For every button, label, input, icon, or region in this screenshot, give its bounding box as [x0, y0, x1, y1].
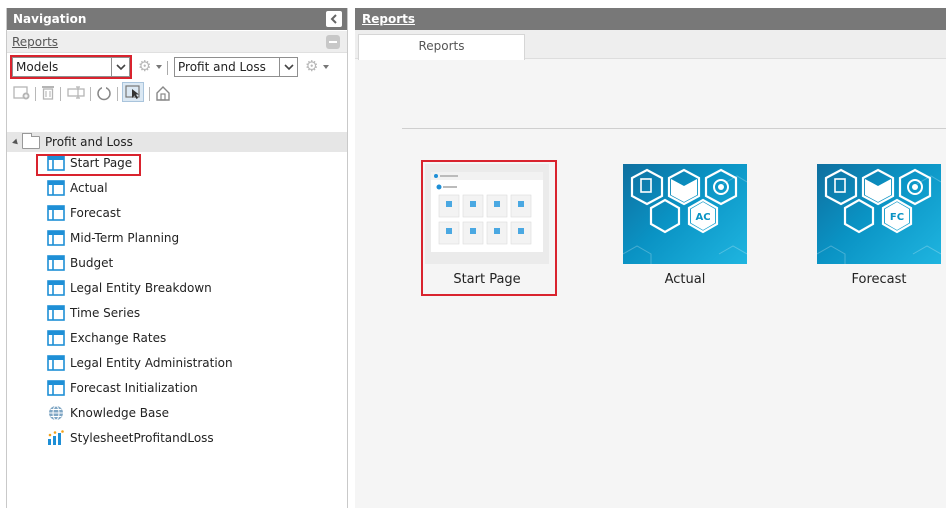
home-icon[interactable]	[155, 85, 171, 104]
section-title: Reports	[12, 35, 59, 49]
separator	[35, 87, 36, 101]
forecast-badge: FC	[890, 212, 904, 223]
tab-bar: Reports	[355, 30, 946, 60]
separator	[167, 61, 168, 75]
layout-icon	[47, 255, 65, 277]
tree-item-label: Legal Entity Breakdown	[70, 281, 212, 295]
gear-icon[interactable]: ⚙	[138, 58, 151, 74]
chevron-down-icon[interactable]	[279, 58, 297, 76]
layout-icon	[47, 355, 65, 377]
tree-item-label: Time Series	[70, 306, 141, 320]
tree-item-label: Legal Entity Administration	[70, 356, 233, 370]
expand-triangle-icon[interactable]	[12, 138, 20, 147]
select-mode-icon[interactable]	[122, 82, 144, 102]
layout-icon	[47, 180, 65, 202]
layout-icon	[47, 330, 65, 352]
tile-caption: Actual	[664, 272, 706, 287]
report-select[interactable]: Profit and Loss	[174, 57, 298, 77]
stylesheet-icon	[47, 430, 65, 452]
navigation-panel: Navigation Reports Models ⚙ Profit and L…	[6, 8, 348, 508]
tree-item-label: Budget	[70, 256, 114, 270]
report-gear-menu-caret-icon[interactable]	[323, 65, 329, 69]
reports-panel: Reports Reports Start Page AC Actual FC …	[355, 8, 946, 508]
actual-badge: AC	[695, 212, 710, 223]
separator	[60, 87, 61, 101]
rename-icon[interactable]	[67, 85, 85, 103]
layout-icon	[47, 280, 65, 302]
model-select-highlight	[10, 55, 132, 79]
tree-item-label: Forecast Initialization	[70, 381, 198, 395]
gear-menu-caret-icon[interactable]	[156, 65, 162, 69]
start-page-highlight	[36, 154, 141, 176]
section-header: Reports	[7, 31, 347, 53]
reports-title: Reports	[362, 12, 416, 26]
forecast-thumbnail: FC	[817, 164, 941, 264]
tree-root-label: Profit and Loss	[45, 135, 133, 149]
layout-icon	[47, 305, 65, 327]
tree-toolbar	[7, 79, 347, 105]
globe-icon	[47, 405, 65, 427]
tree-item-label: Exchange Rates	[70, 331, 167, 345]
divider	[402, 128, 946, 129]
minimize-section-button[interactable]	[326, 35, 340, 49]
tree-item-label: StylesheetProfitandLoss	[70, 431, 214, 445]
chevron-left-icon	[330, 14, 337, 24]
new-folder-icon[interactable]	[13, 85, 31, 103]
delete-icon[interactable]	[41, 85, 55, 103]
selector-bar: Models ⚙ Profit and Loss ⚙	[7, 53, 347, 79]
tab-reports[interactable]: Reports	[358, 34, 525, 60]
reports-header: Reports	[355, 8, 946, 30]
navigation-title: Navigation	[13, 12, 87, 26]
navigation-header: Navigation	[7, 8, 347, 30]
layout-icon	[47, 380, 65, 402]
tile-caption: Forecast	[851, 272, 907, 287]
tree-item-label: Forecast	[70, 206, 121, 220]
collapse-panel-button[interactable]	[326, 11, 342, 27]
tree-item-label: Knowledge Base	[70, 406, 169, 420]
layout-icon	[47, 230, 65, 252]
tree-item-label: Mid-Term Planning	[70, 231, 180, 245]
tree-root-profit-and-loss[interactable]: Profit and Loss	[7, 132, 347, 152]
separator	[117, 87, 118, 101]
separator	[149, 87, 150, 101]
actual-thumbnail: AC	[623, 164, 747, 264]
layout-icon	[47, 205, 65, 227]
separator	[90, 87, 91, 101]
report-gear-icon[interactable]: ⚙	[305, 58, 318, 74]
refresh-icon[interactable]	[96, 85, 112, 104]
start-page-tile-highlight	[421, 160, 557, 296]
tree-item-label: Actual	[70, 181, 108, 195]
report-select-value: Profit and Loss	[178, 60, 266, 74]
folder-icon	[22, 133, 40, 149]
